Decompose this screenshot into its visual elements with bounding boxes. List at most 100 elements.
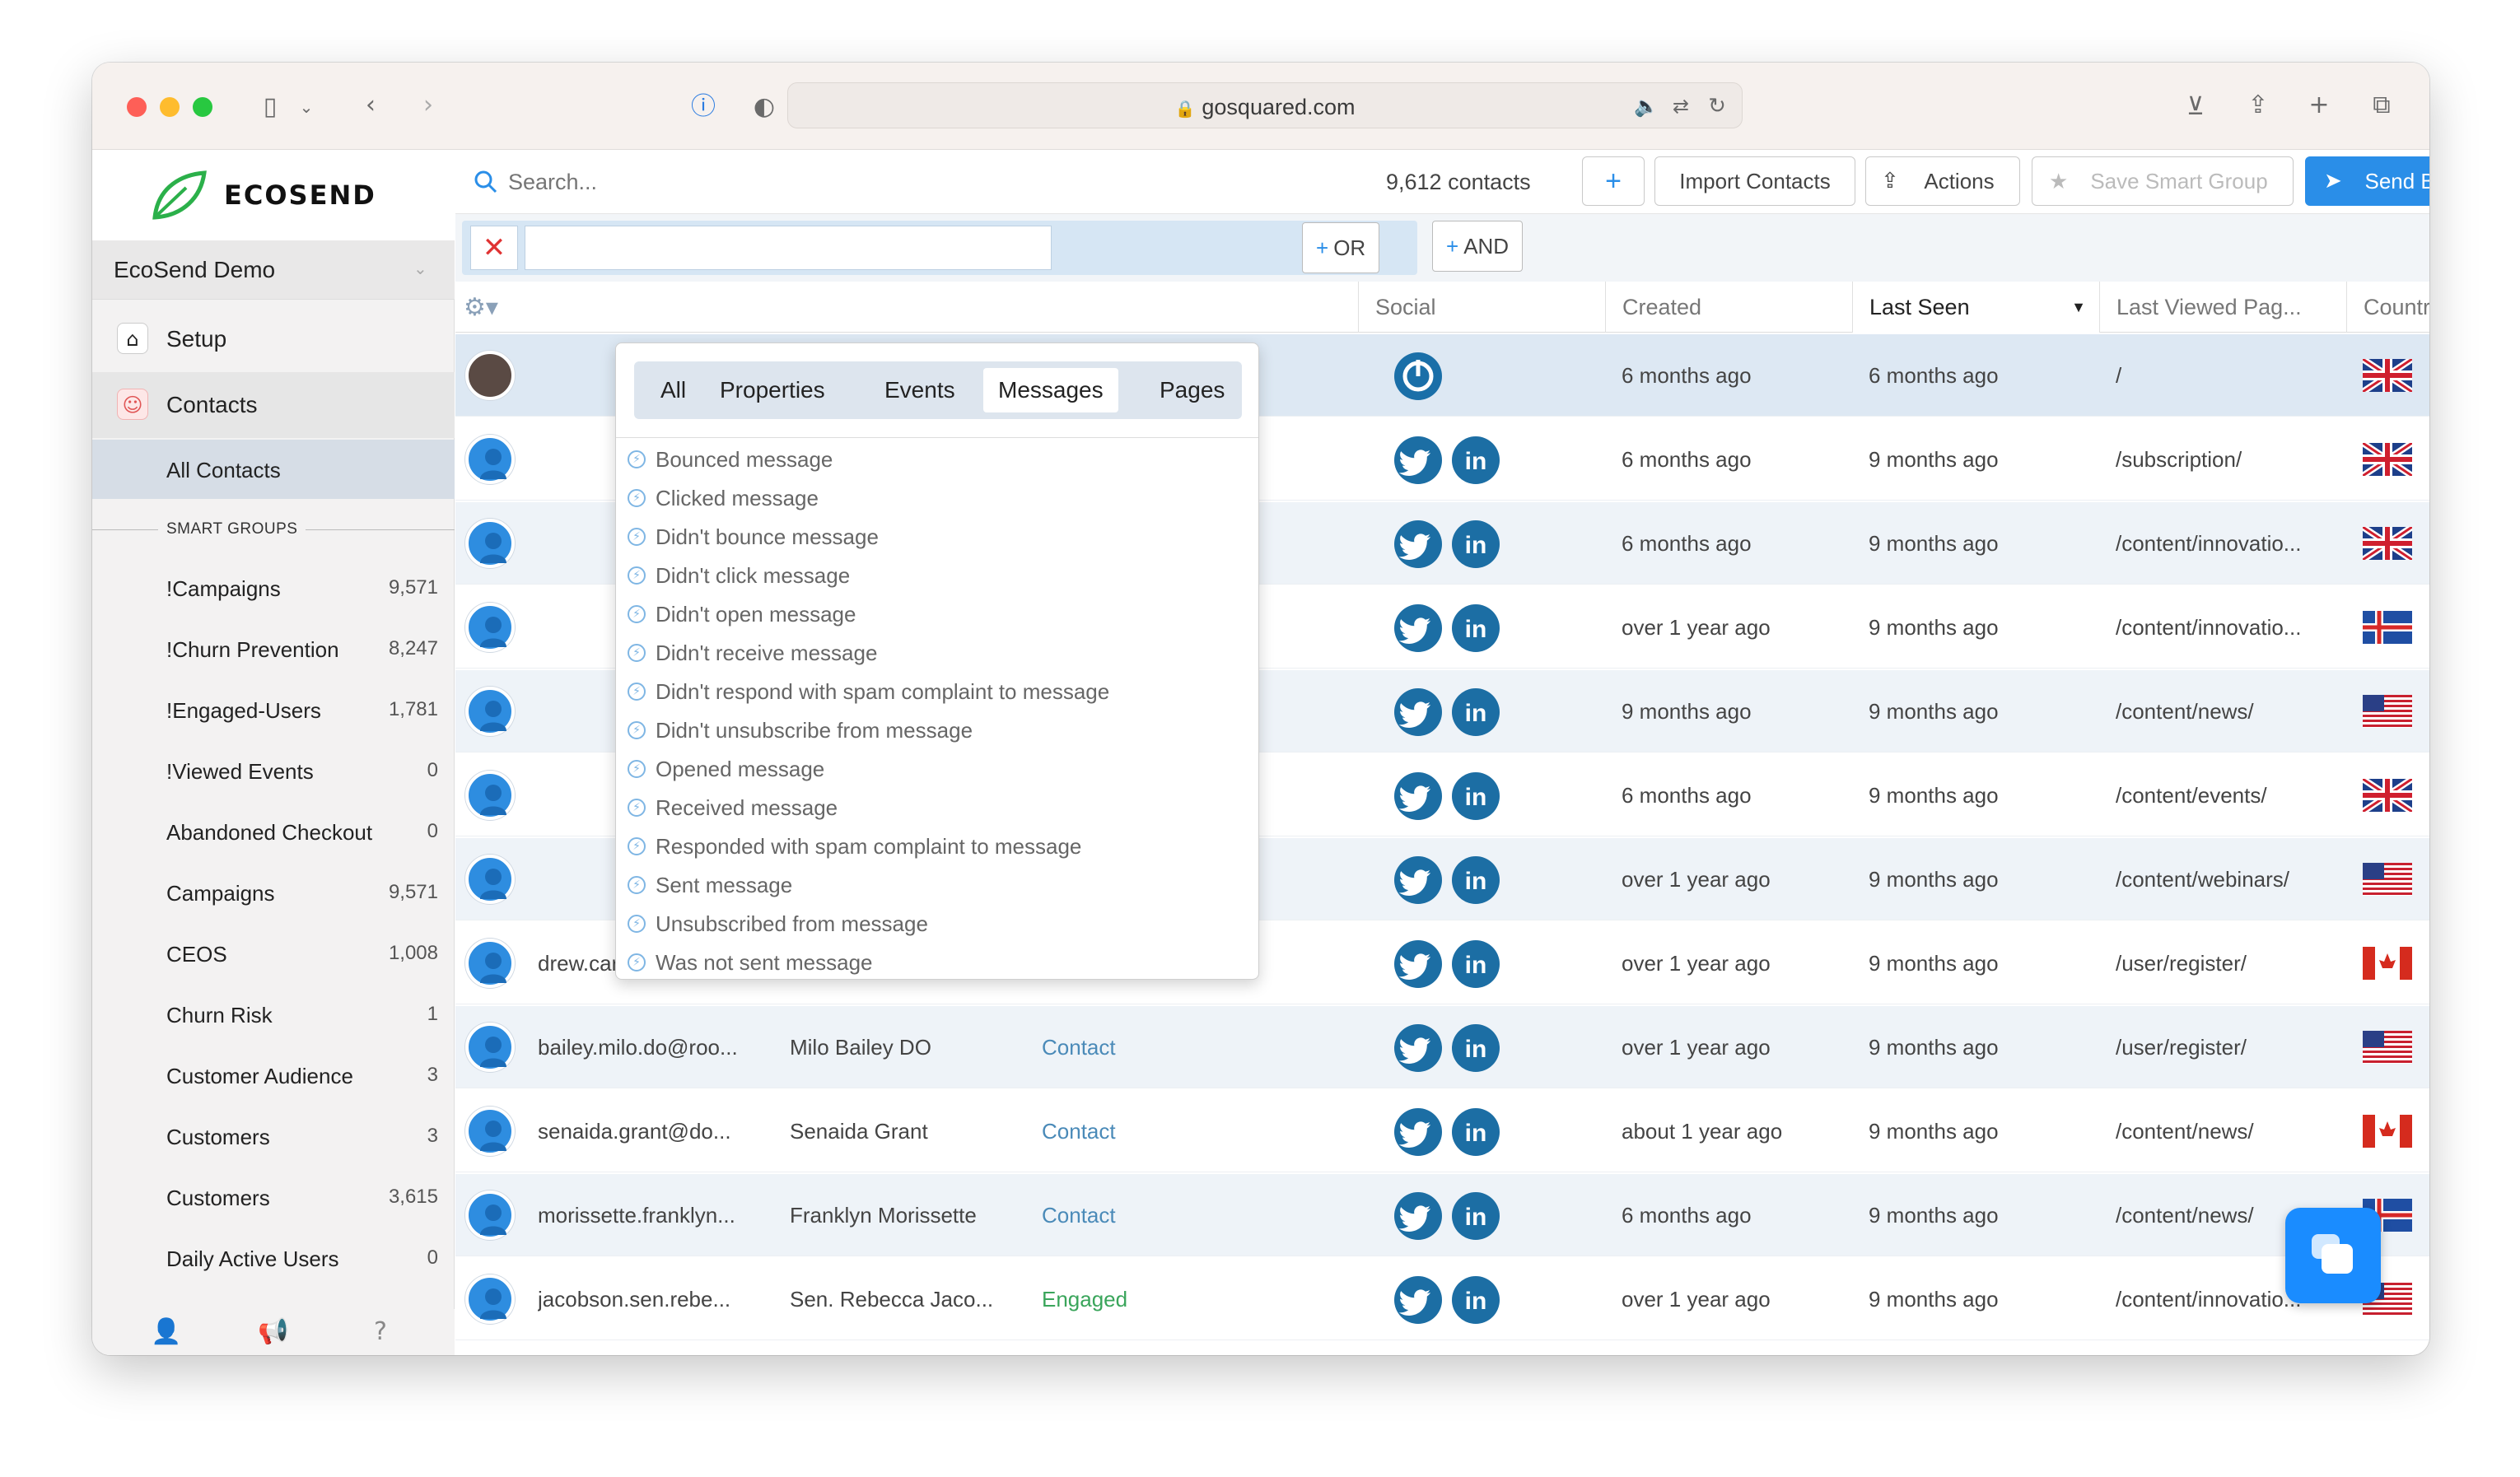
twitter-icon[interactable] — [1394, 520, 1442, 568]
nav-setup[interactable]: ⌂ Setup — [92, 306, 455, 372]
tab-messages[interactable]: Messages — [983, 368, 1118, 412]
smart-group-item[interactable]: !Campaigns 9,571 — [92, 558, 455, 617]
twitter-icon[interactable] — [1394, 1108, 1442, 1156]
smart-group-item[interactable]: !Engaged-Users 1,781 — [92, 680, 455, 739]
account-switcher[interactable]: EcoSend Demo ⌄ — [92, 240, 455, 300]
linkedin-icon[interactable]: in — [1452, 1024, 1500, 1072]
contact-email[interactable]: senaida.grant@do... — [538, 1090, 777, 1172]
filter-option[interactable]: ⚡ Didn't receive message — [623, 634, 877, 673]
column-social[interactable]: Social — [1358, 282, 1605, 333]
filter-option[interactable]: ⚡ Didn't bounce message — [623, 518, 879, 557]
contact-email[interactable]: bailey.milo.do@roo... — [538, 1006, 777, 1088]
smart-group-item[interactable]: Customer Audience 3 — [92, 1046, 455, 1105]
column-country[interactable]: Country + — [2346, 282, 2429, 333]
smart-group-item[interactable]: Abandoned Checkout 0 — [92, 802, 455, 861]
contact-email[interactable]: jacobson.sen.rebe... — [538, 1258, 777, 1340]
smart-group-item[interactable]: !Churn Prevention 8,247 — [92, 619, 455, 678]
back-icon[interactable]: ‹ — [354, 89, 387, 122]
tab-events[interactable]: Events — [870, 368, 970, 412]
translate-icon[interactable]: ⇄ — [1664, 90, 1697, 123]
smart-group-item[interactable]: !Viewed Events 0 — [92, 741, 455, 800]
maximize-window-button[interactable] — [193, 97, 212, 117]
tab-pages[interactable]: Pages — [1145, 368, 1239, 412]
linkedin-icon[interactable]: in — [1452, 940, 1500, 988]
linkedin-icon[interactable]: in — [1452, 436, 1500, 484]
twitter-icon[interactable] — [1394, 1024, 1442, 1072]
forward-icon[interactable]: › — [412, 89, 445, 122]
contact-name[interactable]: Sen. Rebecca Jaco... — [790, 1258, 1029, 1340]
smart-group-item[interactable]: Customers 3,615 — [92, 1167, 455, 1227]
linkedin-icon[interactable]: in — [1452, 604, 1500, 652]
actions-button[interactable]: ⇪ Actions — [1865, 156, 2020, 206]
remove-filter-button[interactable]: ✕ — [470, 226, 518, 270]
chat-widget-button[interactable] — [2285, 1208, 2381, 1303]
add-contact-button[interactable]: + — [1582, 156, 1645, 206]
table-row[interactable]: bailey.milo.do@roo... Milo Bailey DO Con… — [455, 1006, 2429, 1088]
save-smart-group-button[interactable]: ★ Save Smart Group — [2032, 156, 2294, 206]
column-last-viewed-page[interactable]: Last Viewed Pag... — [2099, 282, 2346, 333]
nav-all-contacts[interactable]: All Contacts — [92, 440, 455, 499]
filter-option[interactable]: ⚡ Didn't click message — [623, 557, 850, 595]
address-bar[interactable]: 🔒 gosquared.com 🔈 ⇄ ↻ — [787, 82, 1743, 128]
filter-option[interactable]: ⚡ Sent message — [623, 866, 792, 905]
tab-overview-icon[interactable]: ⧉ — [2365, 89, 2398, 122]
filter-input[interactable] — [525, 226, 1052, 270]
shield-icon[interactable]: ◐ — [748, 91, 781, 123]
contact-name[interactable]: Senaida Grant — [790, 1090, 1029, 1172]
tab-properties[interactable]: Properties — [705, 368, 840, 412]
linkedin-icon[interactable]: in — [1452, 688, 1500, 736]
filter-option[interactable]: ⚡ Responded with spam complaint to messag… — [623, 827, 1081, 866]
linkedin-icon[interactable]: in — [1452, 1192, 1500, 1240]
megaphone-icon[interactable]: 📢 — [257, 1316, 290, 1349]
filter-option[interactable]: ⚡ Bounced message — [623, 440, 833, 479]
linkedin-icon[interactable]: in — [1452, 1276, 1500, 1324]
table-row[interactable]: morissette.franklyn... Franklyn Morisset… — [455, 1174, 2429, 1256]
search-input[interactable] — [508, 163, 1002, 201]
close-window-button[interactable] — [127, 97, 147, 117]
power-icon[interactable] — [1394, 352, 1442, 400]
import-contacts-button[interactable]: Import Contacts — [1654, 156, 1855, 206]
twitter-icon[interactable] — [1394, 604, 1442, 652]
column-created[interactable]: Created — [1605, 282, 1852, 333]
twitter-icon[interactable] — [1394, 436, 1442, 484]
share-icon[interactable]: ⇪ — [2242, 89, 2275, 122]
and-button[interactable]: + AND — [1432, 221, 1524, 272]
smart-group-item[interactable]: CEOS 1,008 — [92, 924, 455, 983]
new-tab-icon[interactable]: + — [2303, 89, 2336, 122]
filter-option[interactable]: ⚡ Received message — [623, 789, 838, 827]
chevron-down-icon[interactable]: ⌄ — [290, 91, 323, 123]
twitter-icon[interactable] — [1394, 688, 1442, 736]
filter-option[interactable]: ⚡ Unsubscribed from message — [623, 905, 928, 944]
filter-option[interactable]: ⚡ Didn't open message — [623, 595, 856, 634]
filter-option[interactable]: ⚡ Didn't unsubscribe from message — [623, 711, 973, 750]
nav-contacts[interactable]: ☺ Contacts — [92, 372, 455, 438]
table-row[interactable]: jacobson.sen.rebe... Sen. Rebecca Jaco..… — [455, 1258, 2429, 1340]
twitter-icon[interactable] — [1394, 856, 1442, 904]
twitter-icon[interactable] — [1394, 1192, 1442, 1240]
contact-email[interactable]: morissette.franklyn... — [538, 1174, 777, 1256]
speaker-icon[interactable]: 🔈 — [1630, 90, 1663, 123]
twitter-icon[interactable] — [1394, 772, 1442, 820]
filter-option[interactable]: ⚡ Clicked message — [623, 479, 819, 518]
table-row[interactable]: senaida.grant@do... Senaida Grant Contac… — [455, 1090, 2429, 1172]
help-icon[interactable]: ? — [364, 1316, 397, 1349]
filter-option[interactable]: ⚡ Opened message — [623, 750, 824, 789]
contact-name[interactable]: Milo Bailey DO — [790, 1006, 1029, 1088]
linkedin-icon[interactable]: in — [1452, 1108, 1500, 1156]
download-icon[interactable]: ⊻ — [2179, 91, 2212, 123]
password-manager-icon[interactable]: ⓘ — [687, 91, 720, 123]
smart-group-item[interactable]: Customers 3 — [92, 1107, 455, 1166]
user-icon[interactable]: 👤 — [150, 1316, 183, 1349]
filter-option[interactable]: ⚡ Was not sent message — [623, 944, 873, 982]
sidebar-toggle-icon[interactable]: ▯ — [254, 91, 287, 123]
smart-group-item[interactable]: Campaigns 9,571 — [92, 863, 455, 922]
filter-option[interactable]: ⚡ Didn't respond with spam complaint to m… — [623, 673, 1109, 711]
smart-group-item[interactable]: Daily Active Users 0 — [92, 1228, 455, 1288]
twitter-icon[interactable] — [1394, 940, 1442, 988]
contact-name[interactable]: Franklyn Morissette — [790, 1174, 1029, 1256]
linkedin-icon[interactable]: in — [1452, 856, 1500, 904]
linkedin-icon[interactable]: in — [1452, 772, 1500, 820]
or-button[interactable]: + OR — [1302, 222, 1380, 273]
smart-group-item[interactable]: Churn Risk 1 — [92, 985, 455, 1044]
column-last-seen[interactable]: Last Seen ▼ — [1852, 282, 2099, 333]
